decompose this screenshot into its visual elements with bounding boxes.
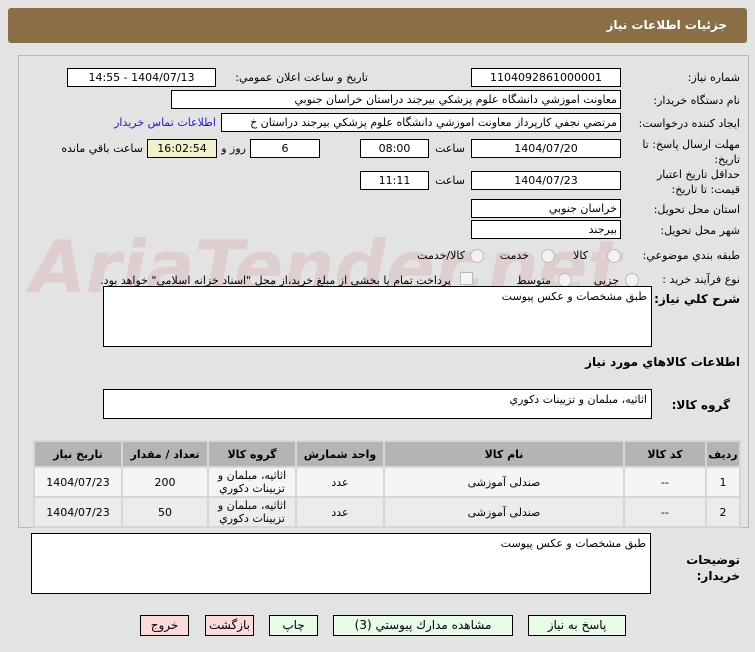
validity-date: 1404/07/23 [471, 171, 621, 190]
print-button[interactable]: چاپ [269, 615, 318, 636]
deadline-label: مهلت ارسال پاسخ: تا تاريخ: [642, 138, 740, 166]
treasury-checkbox[interactable] [460, 272, 473, 285]
page-header: جزئيات اطلاعات نياز [8, 8, 747, 43]
time-remaining-label: ساعت باقي مانده [61, 142, 143, 155]
announce-label: تاريخ و ساعت اعلان عمومي: [235, 71, 368, 84]
col-code: كد كالا [625, 442, 705, 466]
notes-label: توضيحات خريدار: [686, 553, 740, 583]
summary-label: شرح كلي نياز: [654, 292, 740, 306]
time-remaining: 16:02:54 [147, 139, 217, 158]
cell-unit: عدد [297, 498, 383, 526]
cell-group: اثاثيه، مبلمان و تزيينات دكوري [209, 468, 295, 496]
goods-table: رديف كد كالا نام كالا واحد شمارش گروه كا… [33, 440, 741, 528]
deadline-time: 08:00 [360, 139, 429, 158]
contact-buyer-link[interactable]: اطلاعات تماس خريدار [114, 116, 216, 129]
deadline-time-label: ساعت [435, 142, 465, 155]
days-remaining: 6 [250, 139, 320, 158]
need-number-field: 1104092861000001 [471, 68, 621, 87]
creator-field: مرتضي نجفي كارپرداز معاونت اموزشي دانشگا… [221, 113, 621, 132]
radio-goods-service[interactable] [470, 249, 484, 263]
process-label: نوع فرآيند خريد : [662, 273, 740, 286]
validity-time-label: ساعت [435, 174, 465, 187]
validity-time: 11:11 [360, 171, 429, 190]
cell-date: 1404/07/23 [35, 468, 121, 496]
province-field: خراسان جنوبي [471, 199, 621, 218]
cell-code: -- [625, 468, 705, 496]
reply-button[interactable]: پاسخ به نياز [528, 615, 626, 636]
col-unit: واحد شمارش [297, 442, 383, 466]
col-row: رديف [707, 442, 739, 466]
need-number-label: شماره نياز: [687, 71, 740, 84]
cell-code: -- [625, 498, 705, 526]
attachments-button[interactable]: مشاهده مدارك پيوستي (3) [333, 615, 513, 636]
cell-qty: 200 [123, 468, 207, 496]
deadline-date: 1404/07/20 [471, 139, 621, 158]
goods-group-textarea[interactable]: اثاثيه، مبلمان و تزيينات دكوري [103, 389, 652, 419]
col-qty: تعداد / مقدار [123, 442, 207, 466]
creator-label: ايجاد كننده درخواست: [638, 117, 740, 130]
city-label: شهر محل تحويل: [660, 224, 740, 237]
cell-row: 1 [707, 468, 739, 496]
radio-goods[interactable] [607, 249, 621, 263]
col-name: نام كالا [385, 442, 623, 466]
cell-qty: 50 [123, 498, 207, 526]
validity-label: حداقل تاريخ اعتبار قيمت: تا تاريخ: [656, 168, 740, 196]
radio-service-label: خدمت [499, 249, 529, 262]
cell-date: 1404/07/23 [35, 498, 121, 526]
cell-name: صندلی آموزشی [385, 468, 623, 496]
notes-textarea[interactable]: طبق مشخصات و عكس پيوست [31, 533, 651, 594]
table-row: 1 -- صندلی آموزشی عدد اثاثيه، مبلمان و ت… [35, 468, 739, 496]
announce-field: 1404/07/13 - 14:55 [67, 68, 216, 87]
radio-medium[interactable] [558, 273, 572, 287]
goods-group-label: گروه كالا: [671, 398, 730, 412]
radio-goods-label: كالا [573, 249, 588, 262]
cell-row: 2 [707, 498, 739, 526]
days-label: روز و [221, 142, 246, 155]
col-group: گروه كالا [209, 442, 295, 466]
summary-textarea[interactable]: طبق مشخصات و عكس پيوست [103, 286, 652, 347]
buyer-field: معاونت اموزشي دانشگاه علوم پزشكي بيرجند … [171, 90, 621, 109]
radio-goods-service-label: كالا/خدمت [417, 249, 465, 262]
page-title: جزئيات اطلاعات نياز [606, 18, 727, 32]
cell-unit: عدد [297, 468, 383, 496]
exit-button[interactable]: خروج [140, 615, 189, 636]
radio-minor[interactable] [625, 273, 639, 287]
radio-service[interactable] [541, 249, 555, 263]
back-button[interactable]: بازگشت [205, 615, 254, 636]
cell-group: اثاثيه، مبلمان و تزيينات دكوري [209, 498, 295, 526]
goods-section-title: اطلاعات كالاهاي مورد نياز [585, 355, 740, 369]
table-row: 2 -- صندلی آموزشی عدد اثاثيه، مبلمان و ت… [35, 498, 739, 526]
buyer-label: نام دستگاه خريدار: [653, 94, 740, 107]
col-date: تاريخ نياز [35, 442, 121, 466]
province-label: استان محل تحويل: [653, 203, 740, 216]
city-field: بيرجند [471, 220, 621, 239]
category-label: طبقه بندي موضوعي: [642, 249, 740, 262]
cell-name: صندلی آموزشی [385, 498, 623, 526]
